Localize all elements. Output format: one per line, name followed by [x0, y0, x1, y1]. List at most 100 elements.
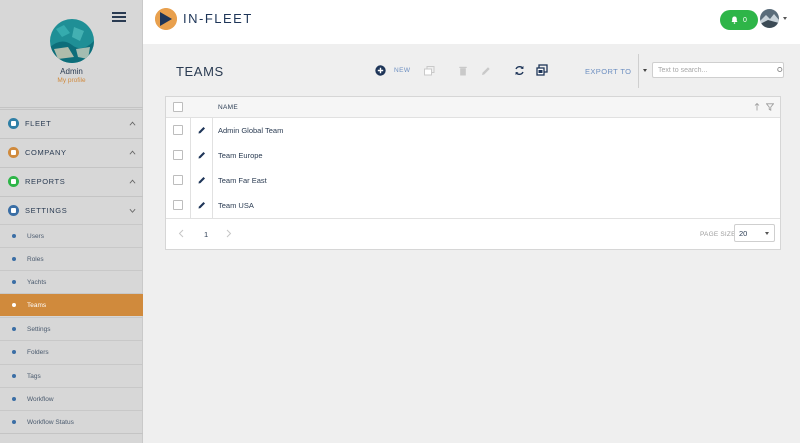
app-logo-text: IN-FLEET [183, 11, 253, 26]
team-name[interactable]: Team Europe [218, 151, 263, 160]
sidebar-item-workflow[interactable]: Workflow [0, 387, 143, 410]
bullet-icon [12, 350, 16, 354]
next-page-icon[interactable] [226, 229, 232, 238]
row-checkbox[interactable] [173, 200, 183, 210]
sidebar-item-label: Roles [27, 255, 44, 263]
sidebar-divider [0, 433, 143, 434]
sidebar-section-company[interactable]: COMPANY [0, 138, 143, 166]
notification-count: 0 [743, 16, 747, 24]
sidebar-item-label: Users [27, 232, 44, 240]
grid-pager: 1 PAGE SIZE 20 [166, 218, 780, 249]
search-options-caret-icon[interactable] [643, 69, 647, 72]
refresh-icon[interactable] [514, 65, 525, 76]
team-name[interactable]: Team USA [218, 201, 254, 210]
logo-icon [155, 8, 177, 30]
user-menu-caret-icon[interactable] [783, 17, 787, 20]
profile-name: Admin [60, 67, 83, 76]
filter-icon[interactable] [766, 103, 774, 111]
table-row[interactable]: Admin Global Team [166, 118, 780, 143]
my-profile-link[interactable]: My profile [0, 77, 143, 84]
team-name[interactable]: Admin Global Team [218, 126, 283, 135]
gear-icon [8, 205, 19, 216]
sidebar-item-yachts[interactable]: Yachts [0, 270, 143, 293]
sidebar-section-label: FLEET [25, 119, 52, 128]
sidebar-item-label: Yachts [27, 278, 47, 286]
sidebar-item-label: Workflow Status [27, 418, 74, 426]
chevron-down-icon [129, 208, 136, 213]
bullet-icon [12, 280, 16, 284]
sidebar-section-reports[interactable]: REPORTS [0, 167, 143, 195]
toolbar-divider [638, 54, 639, 88]
grid-header: NAME [166, 97, 780, 118]
user-avatar[interactable] [760, 9, 779, 28]
sidebar-item-label: Settings [27, 325, 51, 333]
teams-grid: NAME Admin Global Team Team Europe Team … [165, 96, 781, 250]
page-title: TEAMS [176, 64, 224, 79]
export-button[interactable]: EXPORT TO [585, 67, 631, 76]
edit-icon[interactable] [481, 66, 491, 76]
page-size-label: PAGE SIZE [700, 231, 736, 238]
table-row[interactable]: Team Europe [166, 143, 780, 168]
building-icon [8, 147, 19, 158]
table-row[interactable]: Team Far East [166, 168, 780, 193]
sidebar-item-roles[interactable]: Roles [0, 247, 143, 270]
chevron-up-icon [129, 179, 136, 184]
copy-icon[interactable] [424, 66, 435, 76]
previous-page-icon[interactable] [178, 229, 184, 238]
row-checkbox[interactable] [173, 150, 183, 160]
sort-ascending-icon[interactable] [754, 103, 760, 111]
bar-chart-icon [8, 176, 19, 187]
sidebar-item-teams[interactable]: Teams [0, 293, 143, 316]
page-number[interactable]: 1 [204, 230, 208, 239]
edit-row-icon[interactable] [198, 176, 206, 184]
row-checkbox[interactable] [173, 175, 183, 185]
notifications-button[interactable]: 0 [720, 10, 758, 30]
page-size-select[interactable]: 20 [734, 224, 775, 242]
chevron-up-icon [129, 121, 136, 126]
sidebar-item-label: Folders [27, 348, 49, 356]
sidebar-section-label: COMPANY [25, 148, 67, 157]
sidebar-divider [0, 107, 143, 108]
bullet-icon [12, 234, 16, 238]
bullet-icon [12, 327, 16, 331]
sidebar-section-fleet[interactable]: FLEET [0, 109, 143, 137]
sidebar-item-workflow-status[interactable]: Workflow Status [0, 410, 143, 433]
chevron-up-icon [129, 150, 136, 155]
sidebar-item-tags[interactable]: Tags [0, 364, 143, 387]
new-button[interactable]: NEW [394, 67, 410, 74]
sidebar-item-label: Tags [27, 372, 41, 380]
ship-icon [8, 118, 19, 129]
profile-avatar[interactable] [50, 19, 94, 63]
menu-toggle-icon[interactable] [112, 12, 126, 22]
layout-icon[interactable] [536, 64, 548, 76]
add-circle-icon[interactable] [375, 65, 386, 76]
sidebar-item-settings[interactable]: Settings [0, 317, 143, 340]
sidebar-section-label: SETTINGS [25, 206, 68, 215]
edit-row-icon[interactable] [198, 151, 206, 159]
sidebar: Admin My profile FLEET COMPANY REPORTS S… [0, 0, 143, 443]
sidebar-item-users[interactable]: Users [0, 224, 143, 247]
edit-row-icon[interactable] [198, 201, 206, 209]
edit-row-icon[interactable] [198, 126, 206, 134]
chevron-down-icon [765, 232, 769, 235]
bullet-icon [12, 303, 16, 307]
team-name[interactable]: Team Far East [218, 176, 267, 185]
bullet-icon [12, 420, 16, 424]
page-size-value: 20 [739, 229, 748, 238]
sidebar-item-folders[interactable]: Folders [0, 340, 143, 363]
bullet-icon [12, 374, 16, 378]
sidebar-section-settings[interactable]: SETTINGS [0, 196, 143, 224]
select-all-checkbox[interactable] [173, 102, 183, 112]
bullet-icon [12, 397, 16, 401]
search-icon[interactable] [777, 66, 783, 73]
bell-icon [731, 16, 738, 24]
sidebar-item-label: Workflow [27, 395, 54, 403]
column-header-name[interactable]: NAME [218, 104, 238, 111]
search-input[interactable] [652, 62, 784, 78]
row-checkbox[interactable] [173, 125, 183, 135]
top-bar: IN-FLEET 0 [143, 0, 800, 44]
bullet-icon [12, 257, 16, 261]
trash-icon[interactable] [459, 66, 467, 76]
table-row[interactable]: Team USA [166, 193, 780, 218]
sidebar-section-label: REPORTS [25, 177, 66, 186]
